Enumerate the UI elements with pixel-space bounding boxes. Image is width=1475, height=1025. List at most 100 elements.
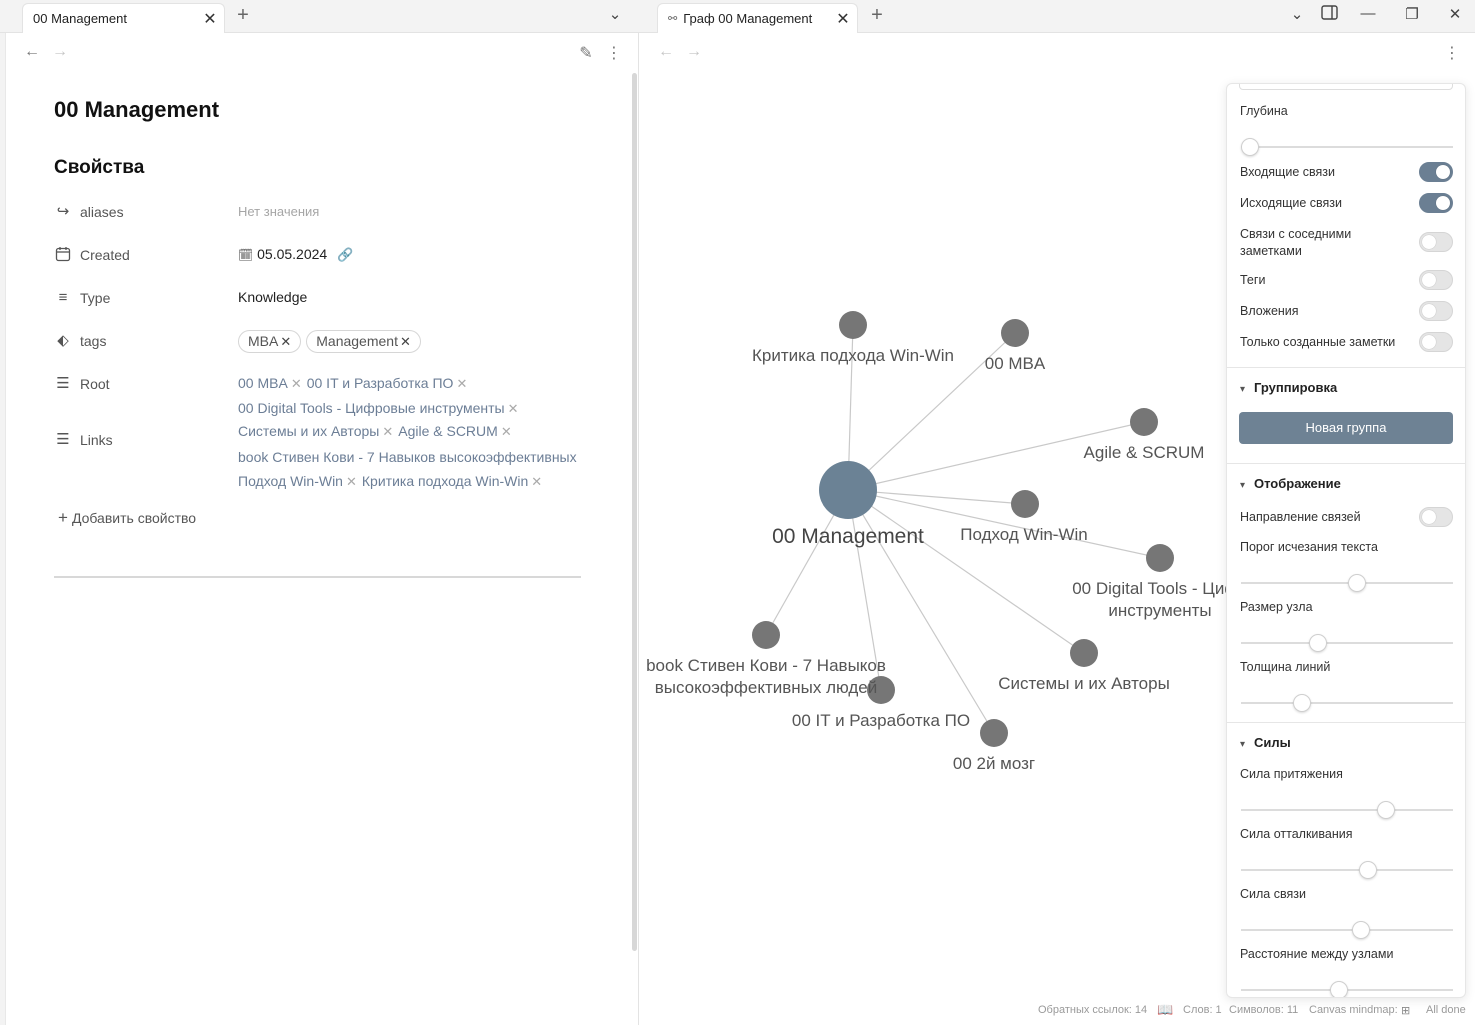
tags-icon: ⬖ xyxy=(57,332,69,349)
close-window-icon[interactable]: ✕ xyxy=(1443,5,1467,23)
toggle-knob xyxy=(1436,196,1450,210)
arrows-toggle[interactable] xyxy=(1419,507,1453,527)
existing-only-toggle[interactable] xyxy=(1419,332,1453,352)
toggle-knob xyxy=(1422,304,1436,318)
slider-thumb[interactable] xyxy=(1376,801,1395,819)
attachments-toggle[interactable] xyxy=(1419,301,1453,321)
node-size-label: Размер узла xyxy=(1240,600,1313,614)
slider-thumb[interactable] xyxy=(1308,634,1327,652)
add-property-button[interactable]: + Добавить свойство xyxy=(58,508,196,528)
link-icon[interactable]: 🔗 xyxy=(337,247,353,262)
graph-center-node[interactable] xyxy=(819,461,877,519)
repel-force-slider[interactable] xyxy=(1241,861,1453,879)
slider-thumb[interactable] xyxy=(1359,861,1378,879)
property-key[interactable]: tags xyxy=(80,333,106,349)
backlinks-count[interactable]: Обратных ссылок: 14 xyxy=(1038,1004,1147,1016)
property-key[interactable]: Created xyxy=(80,247,130,263)
remove-icon[interactable]: ✕ xyxy=(501,424,512,439)
property-key[interactable]: aliases xyxy=(80,204,124,220)
minimize-icon[interactable]: — xyxy=(1356,5,1380,22)
slider-thumb[interactable] xyxy=(1347,574,1366,592)
property-key[interactable]: Root xyxy=(80,376,110,392)
text-fade-slider[interactable] xyxy=(1241,574,1453,592)
graph-node-label: 00 IT и Разработка ПО xyxy=(792,711,970,730)
root-link[interactable]: 00 IT и Разработка ПО xyxy=(307,375,454,391)
slider-thumb[interactable] xyxy=(1351,921,1370,939)
close-tab-icon[interactable]: ✕ xyxy=(196,9,224,29)
grouping-section[interactable]: ▾ Группировка xyxy=(1240,380,1337,395)
tab-note[interactable]: 00 Management ✕ xyxy=(22,3,225,33)
center-force-slider[interactable] xyxy=(1241,801,1453,819)
remove-icon[interactable]: ✕ xyxy=(280,334,291,349)
new-tab-button[interactable]: + xyxy=(865,4,889,27)
graph-node[interactable] xyxy=(752,621,780,649)
remove-icon[interactable]: ✕ xyxy=(531,474,542,489)
close-tab-icon[interactable]: ✕ xyxy=(829,9,857,29)
toggle-label: Вложения xyxy=(1240,304,1299,318)
graph-node[interactable] xyxy=(839,311,867,339)
links-link[interactable]: Критика подхода Win-Win xyxy=(362,473,528,489)
tab-graph[interactable]: ⚯ Граф 00 Management ✕ xyxy=(657,3,858,33)
remove-icon[interactable]: ✕ xyxy=(508,401,519,416)
node-size-slider[interactable] xyxy=(1241,634,1453,652)
aliases-value[interactable]: Нет значения xyxy=(238,204,319,219)
book-icon[interactable]: 📖 xyxy=(1157,1002,1173,1018)
forces-section[interactable]: ▾ Силы xyxy=(1240,735,1291,750)
tag-chip[interactable]: Management ✕ xyxy=(306,330,421,353)
graph-node[interactable] xyxy=(1011,490,1039,518)
slider-thumb[interactable] xyxy=(1330,981,1349,997)
slider-thumb[interactable] xyxy=(1293,694,1312,712)
graph-edge xyxy=(847,489,1085,654)
tag-chip[interactable]: MBA ✕ xyxy=(238,330,302,353)
note-scrollbar[interactable] xyxy=(632,73,637,951)
graph-node[interactable] xyxy=(1070,639,1098,667)
remove-icon[interactable]: ✕ xyxy=(346,474,357,489)
new-group-button[interactable]: Новая группа xyxy=(1239,412,1453,444)
sidebar-toggle-icon[interactable] xyxy=(1317,5,1341,24)
root-link[interactable]: 00 Digital Tools - Цифровые инструменты xyxy=(238,400,505,416)
depth-slider[interactable] xyxy=(1241,138,1453,156)
property-key[interactable]: Type xyxy=(80,290,110,306)
type-value[interactable]: Knowledge xyxy=(238,289,307,305)
remove-icon[interactable]: ✕ xyxy=(456,376,467,391)
root-link[interactable]: 00 MBA xyxy=(238,375,288,391)
tab-list-chevron-icon[interactable]: ⌄ xyxy=(1285,5,1309,23)
graph-node[interactable] xyxy=(1001,319,1029,347)
more-options-icon[interactable]: ⋮ xyxy=(604,43,624,63)
links-link[interactable]: book Стивен Кови - 7 Навыков высокоэффек… xyxy=(238,449,578,465)
links-link[interactable]: Подход Win-Win xyxy=(238,473,343,489)
remove-icon[interactable]: ✕ xyxy=(291,376,302,391)
tags-toggle[interactable] xyxy=(1419,270,1453,290)
line-thickness-slider[interactable] xyxy=(1241,694,1453,712)
center-force-label: Сила притяжения xyxy=(1240,767,1343,781)
incoming-links-toggle[interactable] xyxy=(1419,162,1453,182)
graph-node-label: Agile & SCRUM xyxy=(1084,443,1205,462)
remove-icon[interactable]: ✕ xyxy=(382,424,393,439)
links-link[interactable]: Agile & SCRUM xyxy=(398,423,498,439)
display-section[interactable]: ▾ Отображение xyxy=(1240,476,1341,491)
graph-node[interactable] xyxy=(980,719,1008,747)
created-value[interactable]: 🗓 05.05.2024 🔗 xyxy=(238,246,353,263)
graph-node[interactable] xyxy=(1130,408,1158,436)
restore-icon[interactable]: ❐ xyxy=(1400,5,1424,23)
link-distance-slider[interactable] xyxy=(1241,981,1453,997)
links-link[interactable]: Системы и их Авторы xyxy=(238,423,379,439)
slider-thumb[interactable] xyxy=(1241,138,1259,156)
search-filter-input[interactable] xyxy=(1239,84,1453,90)
back-arrow-icon[interactable]: ← xyxy=(22,43,42,61)
link-force-slider[interactable] xyxy=(1241,921,1453,939)
neighbor-links-toggle[interactable] xyxy=(1419,232,1453,252)
new-tab-button[interactable]: + xyxy=(231,4,255,27)
outgoing-links-toggle[interactable] xyxy=(1419,193,1453,213)
graph-node-label: Критика подхода Win-Win xyxy=(752,346,954,365)
mindmap-icon[interactable]: ⊞ xyxy=(1401,1004,1410,1017)
graph-node-label: Подход Win-Win xyxy=(960,525,1087,544)
edit-pencil-icon[interactable]: ✎ xyxy=(576,43,596,63)
graph-node[interactable] xyxy=(1146,544,1174,572)
graph-node-label: book Стивен Кови - 7 Навыков xyxy=(646,656,886,675)
chevron-down-icon: ▾ xyxy=(1240,480,1246,491)
tab-list-chevron-icon[interactable]: ⌄ xyxy=(603,5,627,23)
forward-arrow-icon[interactable]: → xyxy=(50,43,70,61)
remove-icon[interactable]: ✕ xyxy=(400,334,411,349)
property-key[interactable]: Links xyxy=(80,432,113,448)
